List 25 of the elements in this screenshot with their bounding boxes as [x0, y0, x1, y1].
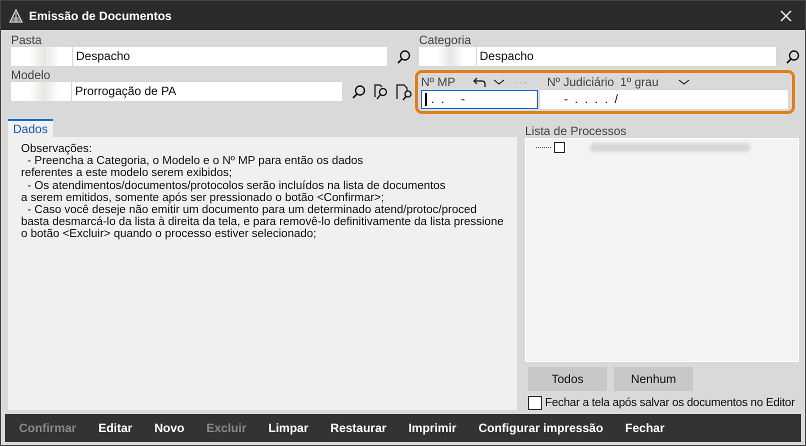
input-field[interactable]: Despacho [73, 47, 387, 66]
field-label: Nº MP [421, 75, 456, 89]
action-button[interactable]: Fechar [617, 421, 673, 435]
field-label: Modelo [11, 68, 52, 82]
field-label: Nº Judiciário [547, 75, 614, 89]
input-field[interactable]: Prorrogação de PA [72, 82, 342, 101]
list-label: Lista de Processos [525, 124, 628, 138]
action-button[interactable]: Limpar [260, 421, 316, 435]
checkbox-label: Fechar a tela após salvar os documentos no Editor [545, 397, 795, 409]
list-button[interactable]: Todos [528, 367, 607, 391]
action-button[interactable]: Novo [146, 421, 192, 435]
window-title: Emissão de Documentos [29, 8, 172, 22]
action-button[interactable]: Imprimir [400, 421, 464, 435]
field-label: Categoria [419, 33, 472, 47]
degree-label: 1º grau [620, 75, 660, 89]
field-label: Pasta [11, 33, 43, 47]
list-button[interactable]: Nenhum [614, 367, 693, 391]
action-button[interactable]: Editar [90, 421, 140, 435]
input-field[interactable]: - . . . . / [540, 90, 788, 109]
input-field[interactable]: . . - [421, 90, 538, 109]
action-button[interactable]: Configurar impressão [470, 421, 612, 435]
notes-text: Observações: - Preencha a Categoria, o Modelo e o Nº MP para então os dados referentes a este modelo serem exibidos; - Os atendimentos/documentos/protocolos serão incluídos na lista de documentos a serem emitidos, somente após ser pressionado o botão <Confirmar>; - Caso você deseje não emitir um documento para um determinado atend/protoc/proced basta desmarcá-lo da lista à direita da tela, e para removê-lo definitivamente da lista pressione o botão <Excluir> quando o processo estiver selecionado; [20, 142, 505, 242]
tab[interactable]: Dados [8, 119, 53, 137]
input-field[interactable]: Despacho [476, 47, 776, 66]
action-button[interactable]: Restaurar [322, 421, 394, 435]
